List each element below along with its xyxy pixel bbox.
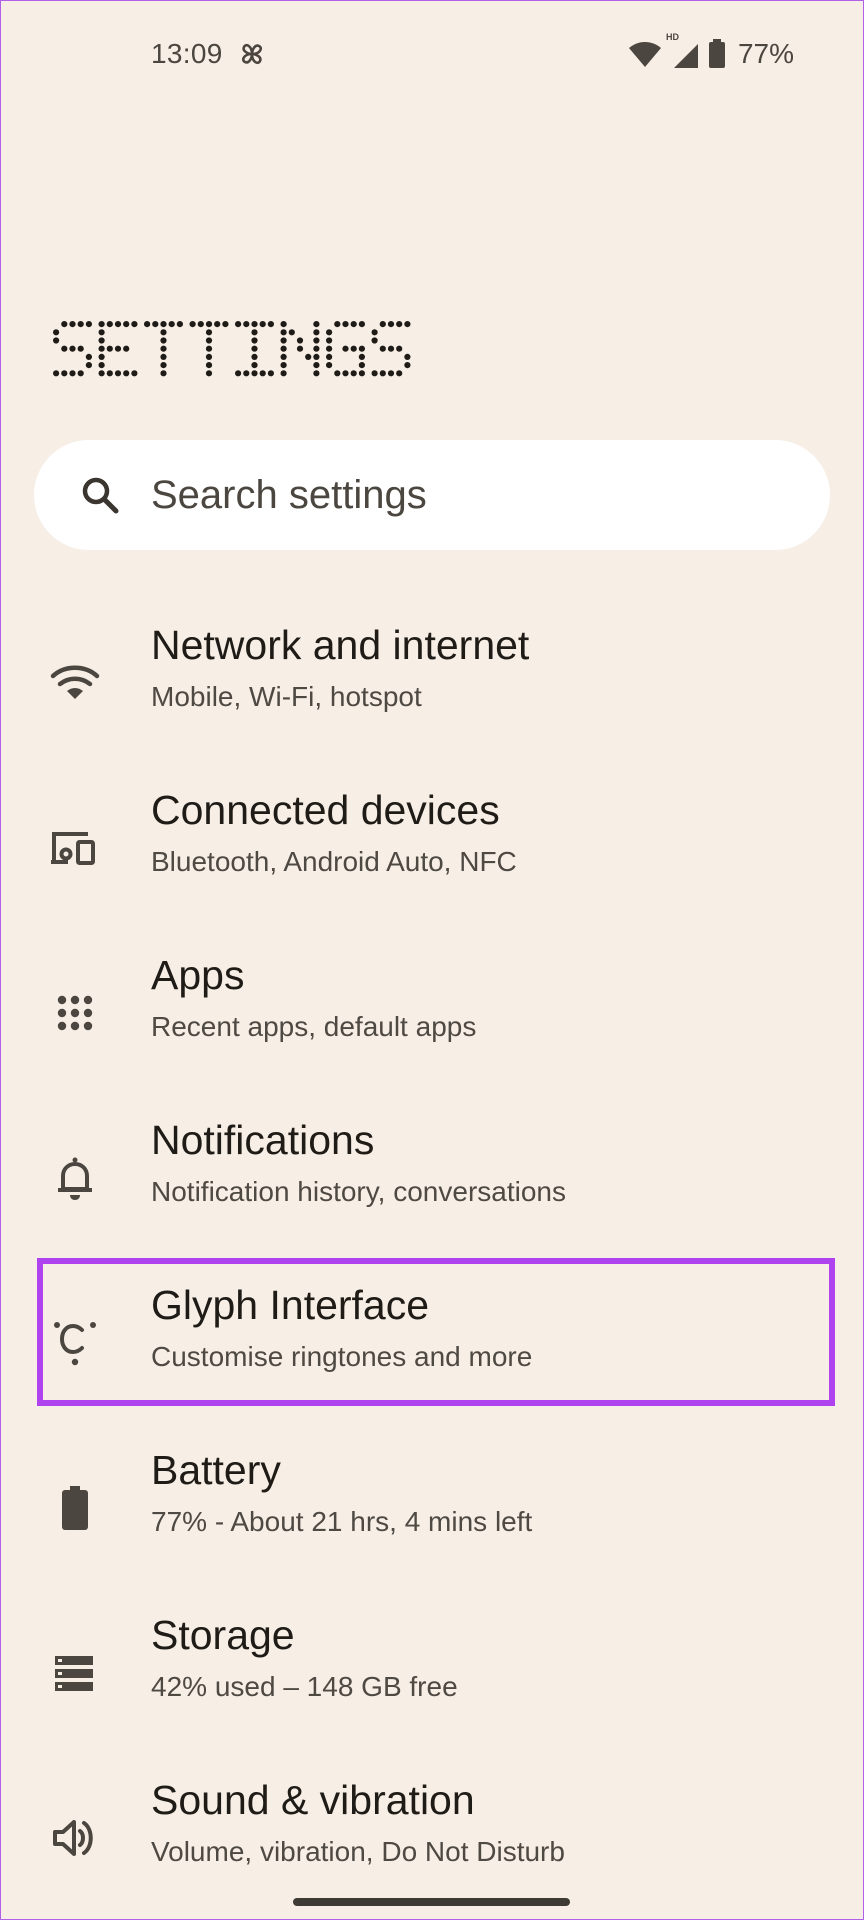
search-bar[interactable]: Search settings — [34, 440, 830, 550]
status-bar: 13:09 HD 77% — [0, 0, 864, 110]
glyph-icon — [48, 1316, 102, 1370]
connected-devices-icon — [48, 821, 102, 875]
wifi-signal-icon — [628, 40, 662, 68]
settings-item-apps[interactable]: Apps Recent apps, default apps — [0, 930, 864, 1095]
settings-item-storage[interactable]: Storage 42% used – 148 GB free — [0, 1590, 864, 1755]
item-subtitle: 77% - About 21 hrs, 4 mins left — [151, 1506, 533, 1537]
speaker-icon — [48, 1811, 102, 1865]
item-subtitle: Mobile, Wi-Fi, hotspot — [151, 681, 422, 712]
status-indicators: HD 77% — [628, 32, 794, 72]
item-title: Notifications — [151, 1117, 375, 1163]
item-title: Network and internet — [151, 622, 530, 668]
item-subtitle: Volume, vibration, Do Not Disturb — [151, 1836, 565, 1867]
item-title: Glyph Interface — [151, 1282, 430, 1328]
settings-item-connected-devices[interactable]: Connected devices Bluetooth, Android Aut… — [0, 765, 864, 930]
item-title: Battery — [151, 1447, 281, 1493]
settings-item-notifications[interactable]: Notifications Notification history, conv… — [0, 1095, 864, 1260]
hd-badge: HD — [665, 32, 679, 42]
battery-icon — [48, 1481, 102, 1535]
battery-percent: 77% — [737, 38, 794, 69]
item-title: Connected devices — [151, 787, 500, 833]
item-subtitle: 42% used – 148 GB free — [151, 1671, 458, 1702]
battery-status-icon — [708, 39, 726, 69]
settings-item-sound[interactable]: Sound & vibration Volume, vibration, Do … — [0, 1755, 864, 1920]
item-title: Sound & vibration — [151, 1777, 475, 1823]
bell-icon — [48, 1151, 102, 1205]
item-subtitle: Bluetooth, Android Auto, NFC — [151, 846, 517, 877]
gesture-navigation-handle[interactable] — [293, 1898, 570, 1906]
wifi-icon — [48, 656, 102, 710]
item-subtitle: Customise ringtones and more — [151, 1341, 533, 1372]
search-input[interactable]: Search settings — [151, 440, 427, 550]
page-title — [52, 318, 412, 378]
item-title: Storage — [151, 1612, 295, 1658]
settings-item-network[interactable]: Network and internet Mobile, Wi-Fi, hots… — [0, 600, 864, 765]
pinwheel-fan-icon — [236, 38, 268, 70]
search-icon — [80, 475, 120, 515]
storage-icon — [48, 1646, 102, 1700]
apps-grid-icon — [48, 986, 102, 1040]
cell-signal-icon: HD — [666, 32, 700, 70]
item-subtitle: Recent apps, default apps — [151, 1011, 477, 1042]
item-title: Apps — [151, 952, 245, 998]
settings-item-glyph-interface[interactable]: Glyph Interface Customise ringtones and … — [0, 1260, 864, 1425]
item-subtitle: Notification history, conversations — [151, 1176, 566, 1207]
status-time: 13:09 — [151, 38, 223, 69]
settings-item-battery[interactable]: Battery 77% - About 21 hrs, 4 mins left — [0, 1425, 864, 1590]
